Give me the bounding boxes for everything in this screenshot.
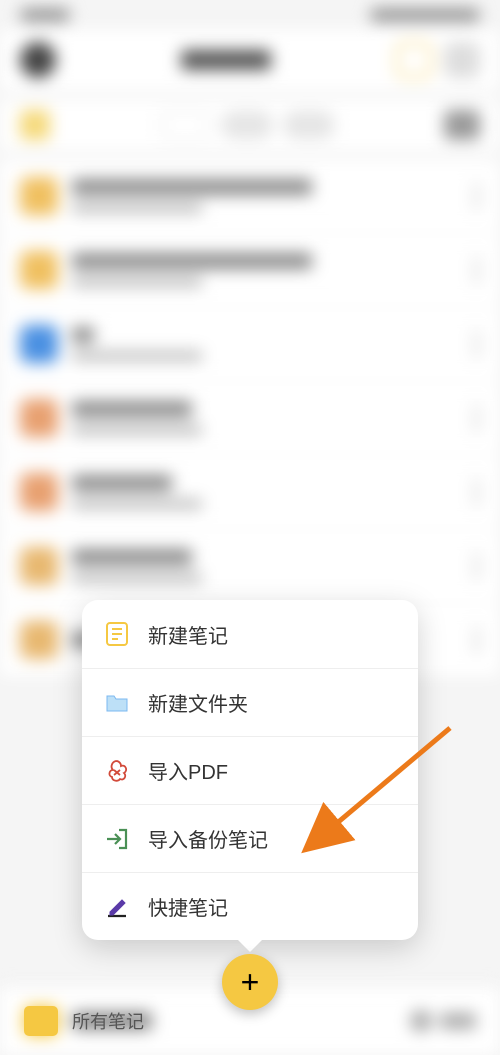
tab-1[interactable] [159,111,211,139]
header-action-1[interactable] [396,42,432,78]
tab-3[interactable] [283,111,335,139]
menu-label: 新建文件夹 [148,688,248,717]
note-item[interactable] [0,456,500,528]
search-icon[interactable] [410,1010,432,1032]
tab-row [0,100,500,150]
menu-new-folder[interactable]: 新建文件夹 [82,668,418,736]
note-item[interactable] [0,382,500,454]
folder-icon [104,690,130,716]
menu-quick-note[interactable]: 快捷笔记 [82,872,418,940]
menu-import-pdf[interactable]: 导入PDF [82,736,418,804]
note-icon [104,621,130,647]
more-icon[interactable] [474,554,480,578]
more-icon[interactable] [474,628,480,652]
note-item[interactable] [0,234,500,306]
header-action-2[interactable] [444,42,480,78]
note-item[interactable] [0,160,500,232]
menu-import-backup[interactable]: 导入备份笔记 [82,804,418,872]
menu-label: 快捷笔记 [148,892,228,921]
compose-icon[interactable] [20,110,50,140]
create-menu-popup: 新建笔记 新建文件夹 导入PDF 导入备份笔记 快捷笔记 [82,600,418,940]
more-icon[interactable] [474,184,480,208]
app-header [0,30,500,90]
more-icon[interactable] [474,406,480,430]
fab-add-button[interactable]: + [222,954,278,1010]
tab-2[interactable] [221,111,273,139]
menu-label: 导入PDF [148,756,228,785]
plus-icon: + [241,966,260,998]
view-menu-icon[interactable] [444,110,480,140]
pdf-icon [104,758,130,784]
quicknote-icon [104,894,130,920]
menu-new-note[interactable]: 新建笔记 [82,600,418,668]
import-icon [104,826,130,852]
more-icon[interactable] [474,258,480,282]
header-title [181,50,271,70]
menu-label: 新建笔记 [148,620,228,649]
note-item[interactable] [0,530,500,602]
menu-label: 导入备份笔记 [148,824,268,853]
folder-icon[interactable] [24,1006,58,1036]
avatar[interactable] [20,42,56,78]
more-icon[interactable] [474,332,480,356]
note-item[interactable] [0,308,500,380]
status-bar [0,0,500,30]
more-icon[interactable] [474,480,480,504]
